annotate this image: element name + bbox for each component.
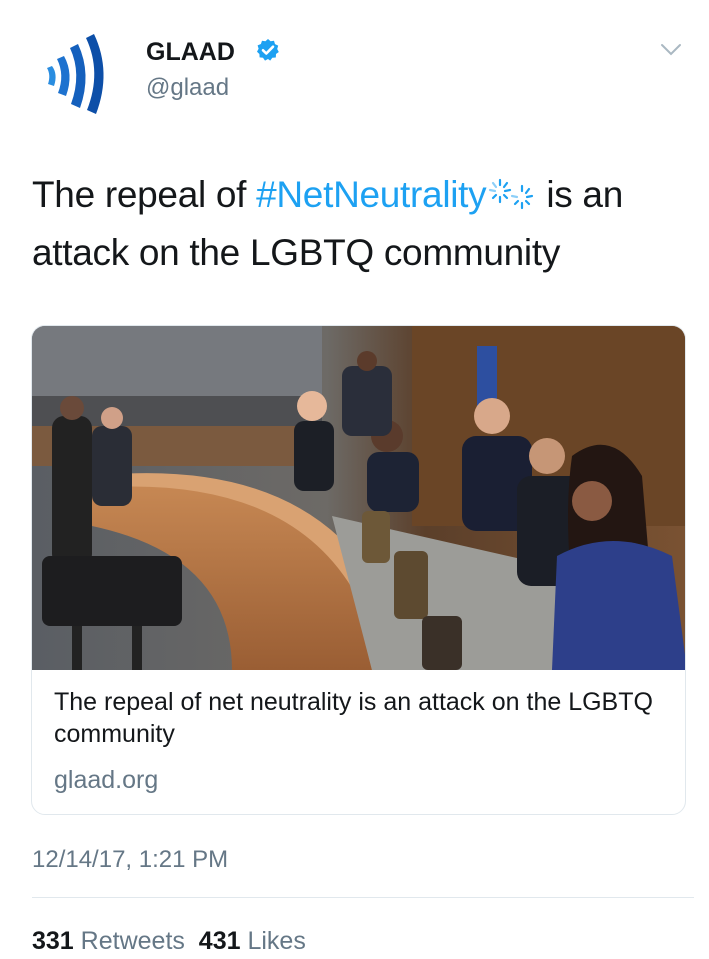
card-title[interactable]: The repeal of net neutrality is an attac… (54, 686, 664, 750)
author-handle[interactable]: @glaad (146, 74, 229, 102)
likes-label: Likes (247, 927, 306, 955)
tweet-text: The repeal of #NetNeutrality is an attac… (32, 166, 682, 282)
hashtag-link[interactable]: #NetNeutrality (256, 174, 487, 215)
loading-spinner-hashflag-icon (486, 170, 536, 210)
likes-count: 431 (198, 927, 241, 955)
glaad-logo-icon (47, 34, 104, 114)
divider (32, 897, 694, 898)
likes-stat[interactable]: 431 Likes (199, 927, 306, 955)
author-name[interactable]: GLAAD (146, 38, 235, 67)
chevron-down-icon[interactable] (660, 42, 682, 58)
retweets-label: Retweets (80, 927, 185, 955)
retweets-count: 331 (32, 927, 74, 955)
tweet-timestamp[interactable]: 12/14/17, 1:21 PM (32, 846, 228, 874)
retweets-stat[interactable]: 331 Retweets (32, 927, 185, 955)
link-card[interactable]: The repeal of net neutrality is an attac… (31, 325, 686, 815)
author-avatar[interactable] (44, 30, 116, 114)
fcc-hearing-photo[interactable] (32, 326, 685, 670)
engagement-stats: 331 Retweets 431 Likes (32, 927, 306, 956)
verified-badge-icon (256, 38, 280, 62)
card-domain: glaad.org (54, 766, 159, 794)
tweet-text-before: The repeal of (32, 174, 257, 215)
